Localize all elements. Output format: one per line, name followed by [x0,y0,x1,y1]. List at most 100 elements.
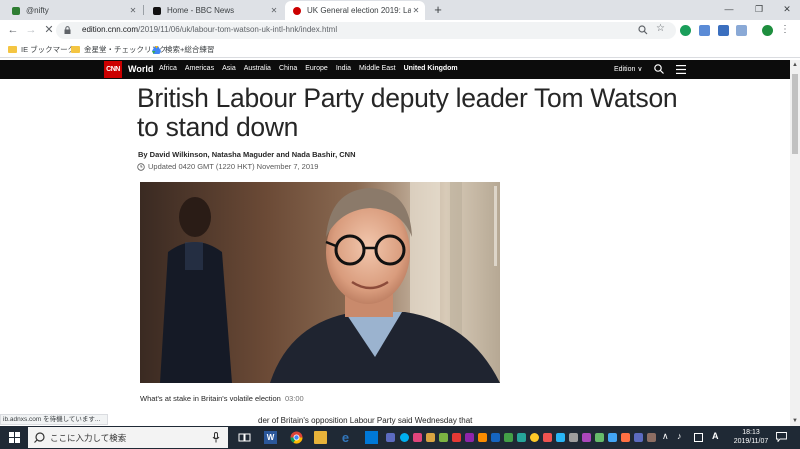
chevron-up-icon[interactable]: ∧ [662,431,669,442]
close-tab-icon[interactable]: ✕ [128,6,138,15]
notification-center-icon[interactable] [776,432,787,442]
tray-app-icon[interactable] [413,433,422,442]
ime-mode-icon[interactable]: A [712,431,719,441]
cnn-logo[interactable]: CNN [104,61,122,78]
close-tab-icon[interactable]: ✕ [411,6,421,15]
tray-app-icon[interactable] [569,433,578,442]
article-updated: Updated 0420 GMT (1220 HKT) November 7, … [137,162,318,171]
tray-app-icon[interactable] [426,433,435,442]
tray-app-icon[interactable] [465,433,474,442]
chrome-app-icon[interactable] [290,431,303,444]
scroll-down-icon[interactable]: ▼ [790,416,800,426]
windows-start-icon[interactable] [9,432,20,443]
tray-app-icon[interactable] [582,433,591,442]
photo-credit-watermark [494,186,497,266]
bookmark-search-practice[interactable]: 検索+総合練習 [152,44,214,55]
extension-icon[interactable] [736,25,747,36]
tray-app-icon[interactable] [439,433,448,442]
nav-link-china[interactable]: China [279,65,297,72]
file-explorer-icon[interactable] [314,431,327,444]
article-headline: British Labour Party deputy leader Tom W… [137,83,678,142]
bookmark-label: IE ブックマーク [21,45,76,54]
bookmark-star-icon[interactable]: ☆ [656,23,665,34]
section-title[interactable]: World [128,64,153,74]
article-byline: By David Wilkinson, Natasha Maguder and … [138,150,356,159]
edge-app-icon[interactable]: e [339,431,352,444]
tray-app-icon[interactable] [608,433,617,442]
tom-watson-photo [140,182,500,383]
search-icon [34,432,45,443]
tray-app-icon[interactable] [530,433,539,442]
nav-link-middle-east[interactable]: Middle East [359,65,396,72]
system-clock[interactable]: 18:13 2019/11/07 [731,428,771,446]
task-view-icon[interactable] [238,431,251,444]
tab-cnn[interactable]: UK General election 2019: Labou ✕ [285,1,425,20]
tab-strip: @nifty ✕ Home - BBC News ✕ UK General el… [0,0,800,20]
nav-link-india[interactable]: India [336,65,351,72]
minimize-button[interactable]: — [714,0,744,18]
scrollbar-thumb[interactable] [792,74,798,154]
network-icon[interactable] [694,433,703,442]
video-duration: 03:00 [284,394,304,403]
tray-app-icon[interactable] [478,433,487,442]
hamburger-menu-icon[interactable] [676,65,686,74]
tab-bbc[interactable]: Home - BBC News ✕ [145,1,283,20]
grammarly-extension-icon[interactable] [680,25,691,36]
close-window-button[interactable]: ✕ [772,0,800,18]
clock-time: 18:13 [742,429,760,436]
caption-text: What's at stake in Britain's volatile el… [140,394,281,403]
tray-app-icon[interactable] [634,433,643,442]
page-scrollbar[interactable]: ▲ ▼ [790,60,800,426]
tray-app-icon[interactable] [556,433,565,442]
loading-status-bubble: ib.adnxs.com を待機しています... [0,414,108,425]
zoom-icon[interactable] [638,25,648,35]
chrome-menu-icon[interactable]: ⋮ [780,24,790,35]
edition-dropdown[interactable]: Edition ∨ [614,65,642,73]
tray-app-icon[interactable] [517,433,526,442]
nav-link-europe[interactable]: Europe [305,65,328,72]
tray-app-icon[interactable] [386,433,395,442]
skype-icon[interactable] [400,433,409,442]
article-hero-image[interactable] [140,182,500,383]
extension-search-icon[interactable] [718,25,729,36]
updated-text: Updated 0420 GMT (1220 HKT) November 7, … [148,162,319,171]
stop-button[interactable]: ✕ [42,23,56,37]
tray-app-icon[interactable] [504,433,513,442]
nav-link-united-kingdom[interactable]: United Kingdom [404,65,458,72]
search-icon[interactable] [654,64,664,74]
bbc-favicon-icon [153,6,161,15]
store-app-icon[interactable] [365,431,378,444]
bookmark-ie[interactable]: IE ブックマーク [8,44,75,55]
tray-app-icon[interactable] [543,433,552,442]
drive-icon [152,45,161,54]
article-body-text: der of Britain's opposition Labour Party… [258,416,473,425]
url-path: /2019/11/06/uk/labour-tom-watson-uk-intl… [138,25,338,34]
tray-app-icon[interactable] [647,433,656,442]
nav-link-africa[interactable]: Africa [159,65,177,72]
scroll-up-icon[interactable]: ▲ [790,60,800,70]
forward-button[interactable]: → [24,23,38,37]
microphone-icon[interactable] [212,432,220,443]
address-bar[interactable]: edition.cnn.com/2019/11/06/uk/labour-tom… [56,22,676,39]
volume-icon[interactable]: ♪ [677,431,682,441]
tray-app-icon[interactable] [621,433,630,442]
tab-nifty[interactable]: @nifty ✕ [4,1,142,20]
new-tab-button[interactable]: + [430,2,446,18]
nav-link-asia[interactable]: Asia [222,65,236,72]
video-caption[interactable]: What's at stake in Britain's volatile el… [140,394,304,403]
back-button[interactable]: ← [6,23,20,37]
taskbar-search-box[interactable]: ここに入力して検索 [28,427,228,448]
folder-icon [8,46,17,53]
nav-link-americas[interactable]: Americas [185,65,214,72]
folder-icon [71,46,80,53]
tray-app-icon[interactable] [595,433,604,442]
extension-icon[interactable] [699,25,710,36]
nav-link-australia[interactable]: Australia [244,65,271,72]
profile-avatar-icon[interactable] [762,25,773,36]
tab-separator [143,5,144,15]
tray-app-icon[interactable] [452,433,461,442]
close-tab-icon[interactable]: ✕ [269,6,279,15]
restore-button[interactable]: ❐ [744,0,774,18]
tray-app-icon[interactable] [491,433,500,442]
word-app-icon[interactable]: W [264,431,277,444]
